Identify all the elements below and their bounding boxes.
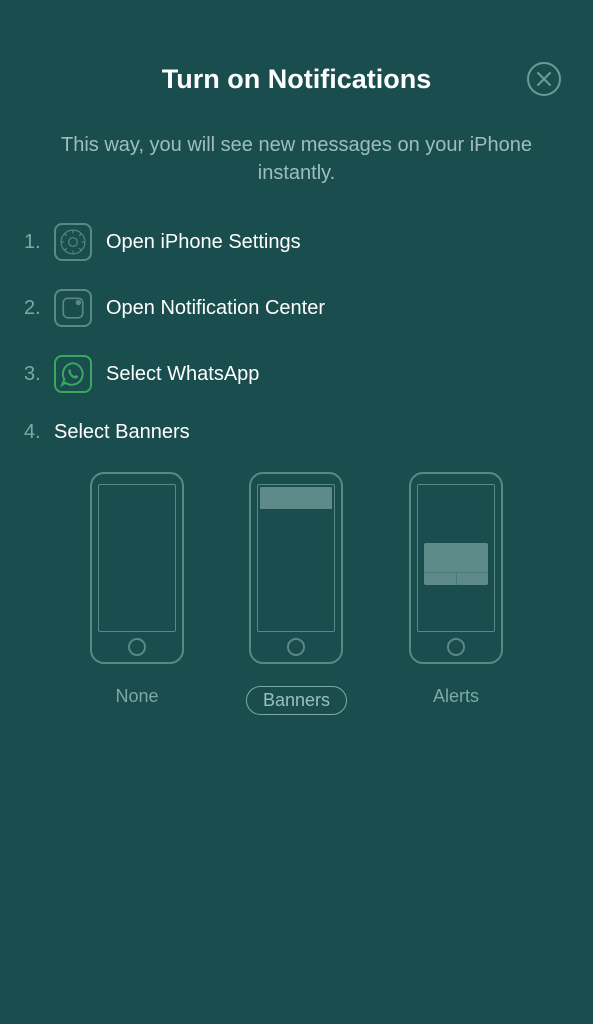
option-none[interactable]: None	[90, 472, 184, 715]
gear-icon	[54, 223, 92, 261]
step-label: Open Notification Center	[106, 297, 325, 320]
step-label: Open iPhone Settings	[106, 231, 301, 254]
notification-icon	[54, 289, 92, 327]
steps-list: 1. Open iPhone Settings 2. Open Notifica…	[0, 223, 593, 444]
phone-illustration-alerts	[409, 472, 503, 664]
phone-illustration-banners	[249, 472, 343, 664]
page-title: Turn on Notifications	[0, 64, 593, 95]
notification-style-options: None Banners Alerts	[0, 472, 593, 715]
option-banners[interactable]: Banners	[246, 472, 347, 715]
close-button[interactable]	[527, 62, 561, 96]
step-open-notification-center: 2. Open Notification Center	[24, 289, 569, 327]
step-number: 3.	[24, 363, 46, 386]
phone-illustration-none	[90, 472, 184, 664]
option-alerts[interactable]: Alerts	[409, 472, 503, 715]
option-label: Alerts	[433, 686, 479, 707]
step-label: Select WhatsApp	[106, 363, 259, 386]
page-subtitle: This way, you will see new messages on y…	[0, 131, 593, 187]
step-number: 1.	[24, 231, 46, 254]
option-label: Banners	[246, 686, 347, 715]
step-number: 4.	[24, 421, 46, 444]
whatsapp-icon	[54, 355, 92, 393]
step-select-whatsapp: 3. Select WhatsApp	[24, 355, 569, 393]
close-icon	[537, 72, 551, 86]
option-label: None	[115, 686, 158, 707]
step-label: Select Banners	[54, 421, 190, 444]
step-number: 2.	[24, 297, 46, 320]
step-select-banners: 4. Select Banners	[24, 421, 569, 444]
step-open-settings: 1. Open iPhone Settings	[24, 223, 569, 261]
